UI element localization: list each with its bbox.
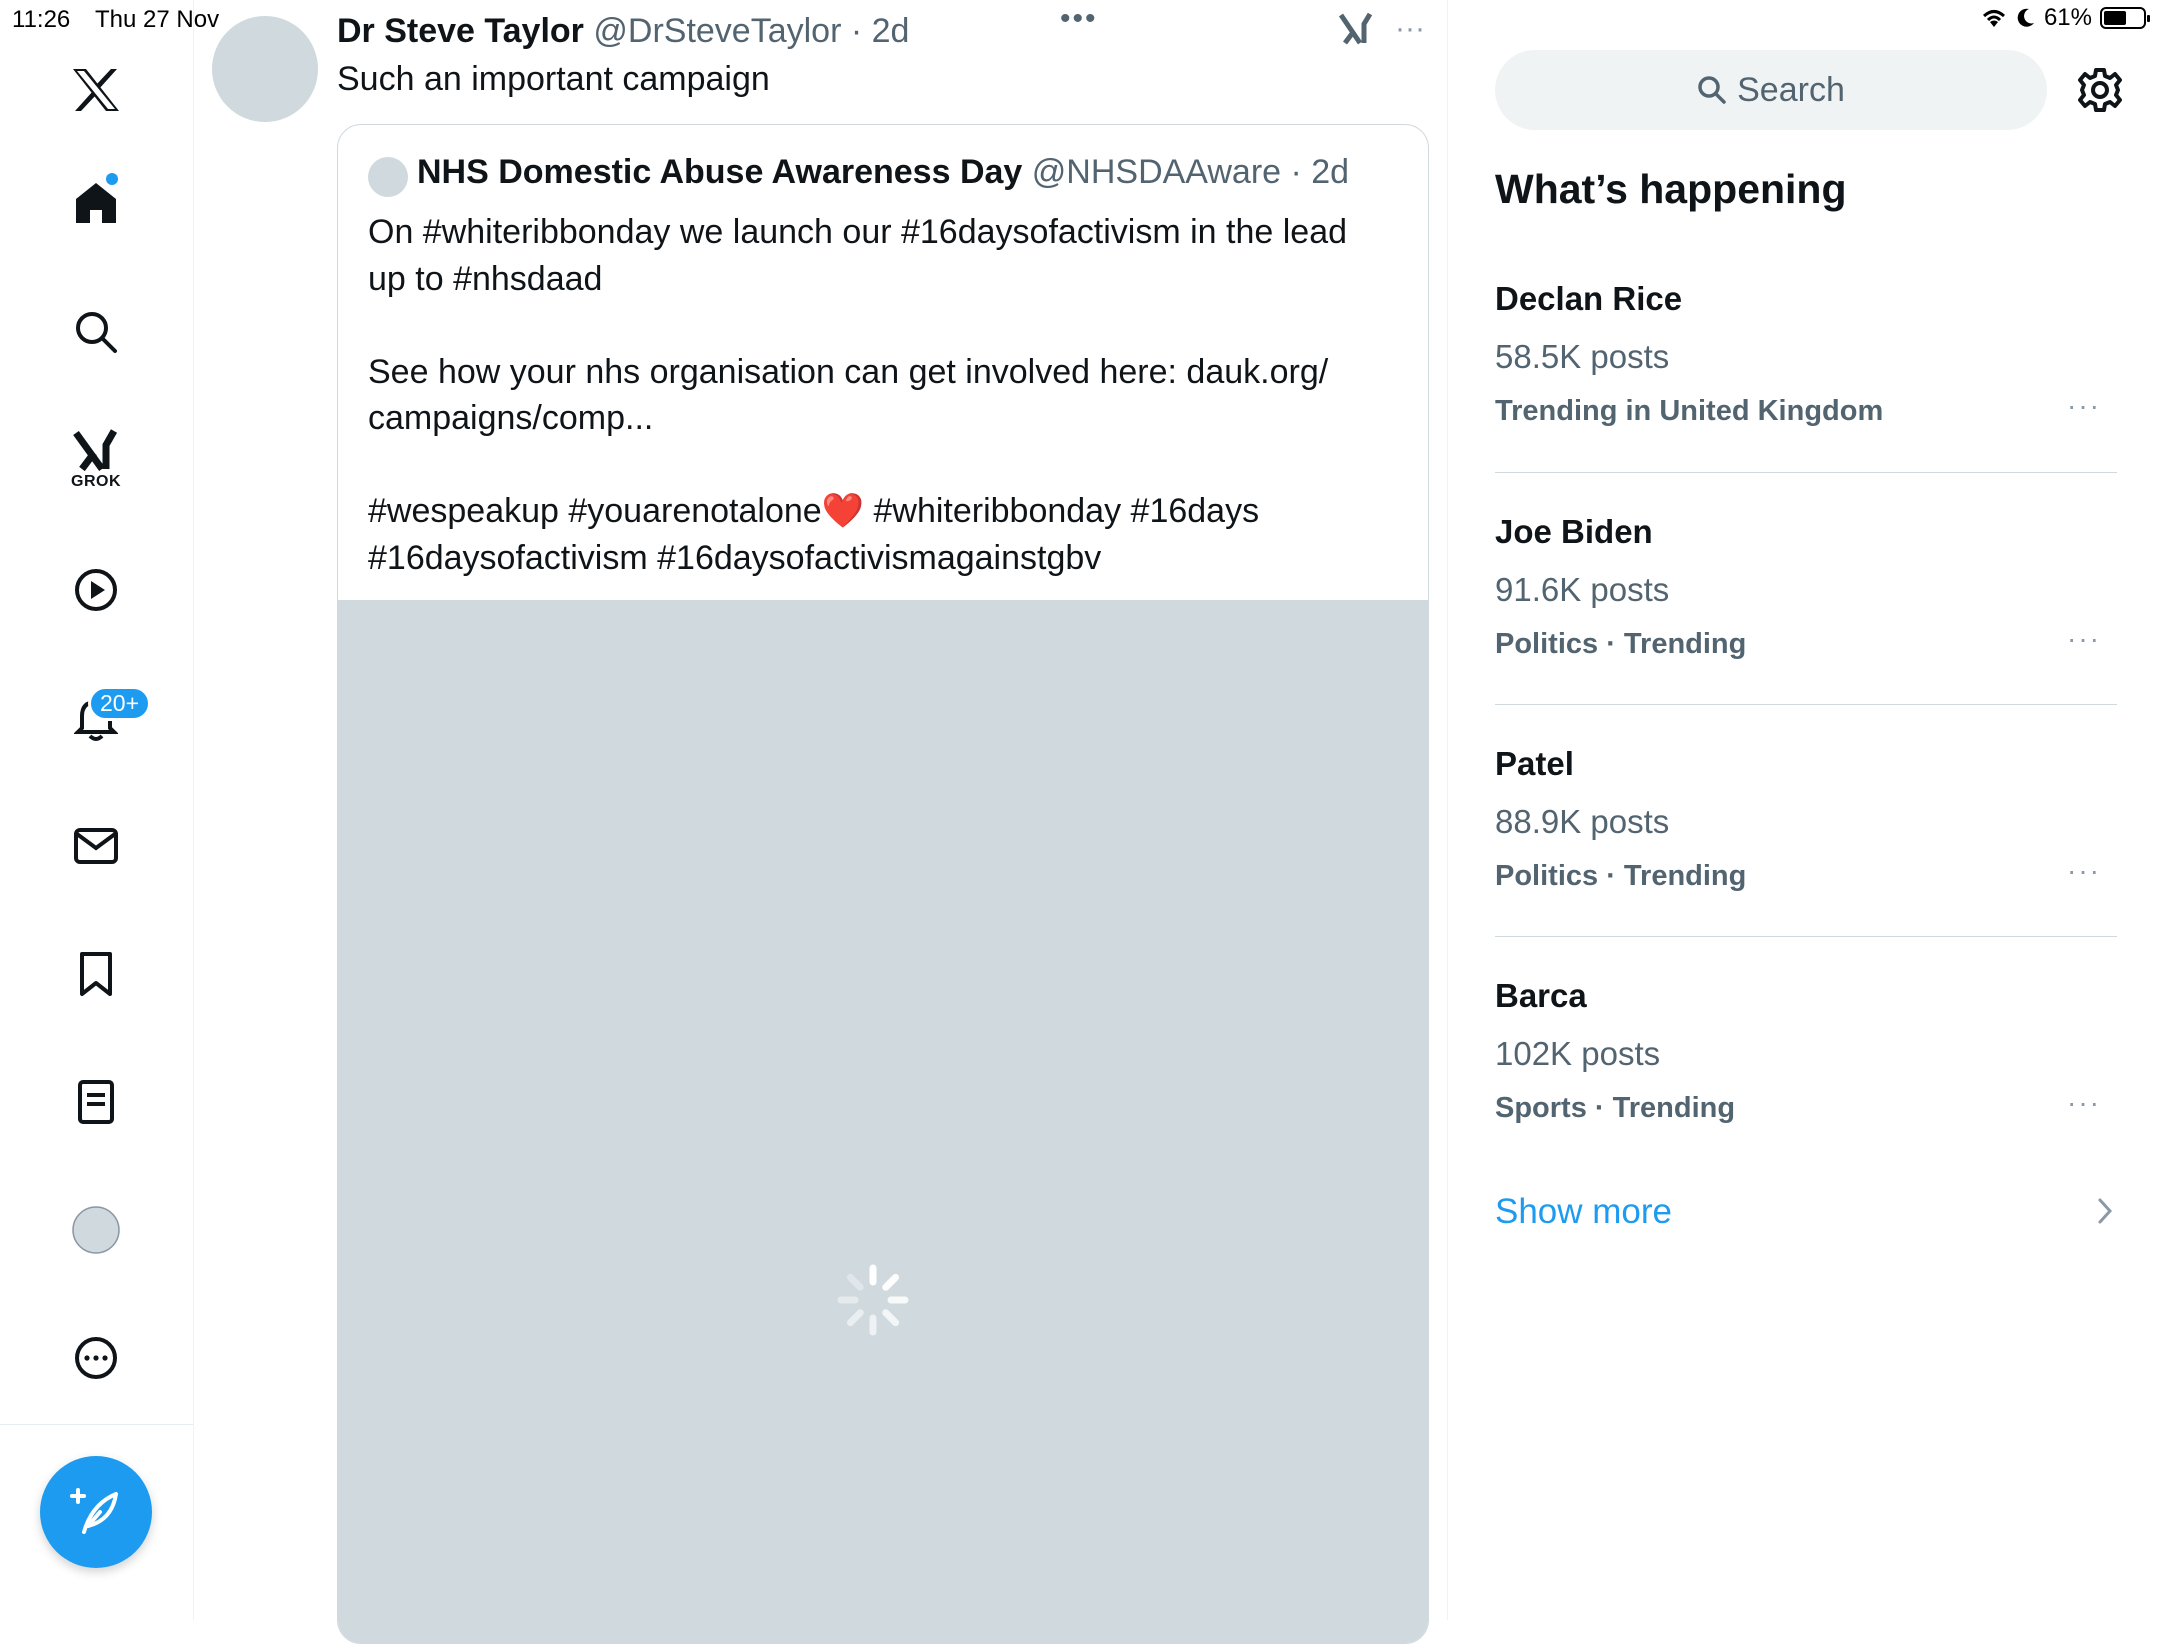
battery-percent: 61%: [2043, 4, 2092, 31]
compose-icon: [70, 1488, 118, 1534]
grok-icon[interactable]: [1338, 12, 1374, 51]
tweet-header: Dr Steve Taylor @DrSteveTaylor · 2d: [337, 12, 909, 51]
more-icon[interactable]: [56, 1318, 136, 1398]
moon-icon: [2017, 8, 2034, 27]
quote-line: #16daysofactivism #16daysofactivismagain…: [368, 538, 1102, 577]
battery-icon: [2100, 7, 2150, 29]
trend-item[interactable]: Patel 88.9K posts Politics · Trending ··…: [1495, 745, 2117, 893]
gear-icon[interactable]: [2076, 66, 2124, 114]
quote-line: See how your nhs organisation can get in…: [368, 352, 1329, 391]
notifications-badge: 20+: [88, 686, 152, 721]
trend-posts: 102K posts: [1495, 1035, 1661, 1072]
bookmark-icon[interactable]: [56, 934, 136, 1014]
trend-divider: [1495, 472, 2117, 473]
trend-divider: [1495, 936, 2117, 937]
home-unread-dot: [106, 173, 118, 185]
compose-button[interactable]: [40, 1456, 152, 1568]
quote-author-avatar: [368, 157, 408, 197]
quoted-tweet[interactable]: NHS Domestic Abuse Awareness Day @NHSDAA…: [337, 124, 1429, 1644]
tweet-author-meta[interactable]: @DrSteveTaylor · 2d: [593, 12, 909, 50]
search-icon[interactable]: [56, 292, 136, 372]
trend-divider: [1495, 704, 2117, 705]
trend-item[interactable]: Declan Rice 58.5K posts Trending in Unit…: [1495, 280, 2117, 428]
quote-hashtags: #wespeakup #youarenotalone: [368, 492, 822, 530]
search-input[interactable]: Search: [1495, 50, 2047, 130]
quote-line: #wespeakup #youarenotalone❤️ #whiteribbo…: [368, 488, 1408, 535]
section-title: What’s happening: [1495, 166, 1847, 212]
quote-line: On #whiteribbonday we launch our #16days…: [368, 213, 1348, 251]
quote-author-meta: @NHSDAAware · 2d: [1031, 153, 1350, 191]
heart-emoji-icon: ❤️: [821, 492, 865, 530]
show-more-link[interactable]: Show more: [1495, 1192, 1672, 1232]
quote-hashtags: #whiteribbonday #16days: [864, 492, 1260, 530]
sidebar-nav: GROK 20+: [0, 0, 194, 1620]
quote-text: On #whiteribbonday we launch our #16days…: [368, 209, 1408, 581]
status-indicators: 61%: [1980, 4, 2150, 32]
trend-item[interactable]: Joe Biden 91.6K posts Politics · Trendin…: [1495, 513, 2117, 661]
trend-posts: 58.5K posts: [1495, 338, 1670, 375]
trend-name: Declan Rice: [1495, 280, 1683, 317]
trend-posts: 91.6K posts: [1495, 571, 1670, 608]
quote-line: up to #nhsdaad: [368, 259, 603, 298]
trend-context: Sports · Trending: [1495, 1092, 1736, 1124]
grok-label: GROK: [71, 473, 121, 490]
profile-avatar[interactable]: [56, 1190, 136, 1270]
trend-more-button[interactable]: ···: [2067, 390, 2101, 422]
wifi-icon: [1982, 10, 2005, 27]
quote-author-name: NHS Domestic Abuse Awareness Day: [417, 153, 1023, 191]
tweet-author-avatar[interactable]: [212, 16, 318, 122]
tweet-text: Such an important campaign: [337, 60, 770, 98]
list-icon[interactable]: [56, 1062, 136, 1142]
mail-icon[interactable]: [56, 806, 136, 886]
top-more-indicator[interactable]: •••: [1060, 2, 1098, 36]
trend-more-button[interactable]: ···: [2067, 855, 2101, 887]
chevron-right-icon[interactable]: [2096, 1196, 2114, 1234]
trend-more-button[interactable]: ···: [2067, 1087, 2101, 1119]
quote-line: campaigns/comp...: [368, 399, 654, 437]
tweet-author-name[interactable]: Dr Steve Taylor: [337, 12, 584, 50]
tweet-menu-button[interactable]: ···: [1395, 12, 1425, 46]
trend-context: Trending in United Kingdom: [1495, 395, 1884, 427]
trend-more-button[interactable]: ···: [2067, 623, 2101, 655]
home-icon[interactable]: [56, 163, 136, 243]
video-icon[interactable]: [56, 550, 136, 630]
search-icon: [1698, 76, 1726, 104]
quote-header: NHS Domestic Abuse Awareness Day @NHSDAA…: [417, 153, 1349, 192]
nav-divider: [0, 1424, 193, 1425]
trend-posts: 88.9K posts: [1495, 803, 1670, 840]
grok-icon[interactable]: GROK: [56, 420, 136, 500]
trend-name: Patel: [1495, 745, 1574, 782]
search-placeholder: Search: [1737, 70, 1845, 109]
trend-item[interactable]: Barca 102K posts Sports · Trending ···: [1495, 977, 2117, 1125]
trend-context: Politics · Trending: [1495, 628, 1747, 660]
trend-name: Barca: [1495, 977, 1587, 1014]
trend-context: Politics · Trending: [1495, 860, 1747, 892]
media-placeholder[interactable]: [338, 600, 1428, 1643]
loading-spinner-icon: [837, 1264, 909, 1336]
x-logo-icon[interactable]: [56, 50, 136, 130]
trend-name: Joe Biden: [1495, 513, 1653, 550]
